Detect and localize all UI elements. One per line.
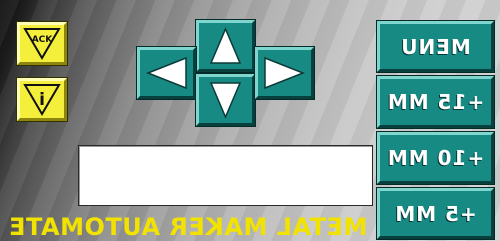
arrow-left-icon [145,56,187,90]
arrow-up-icon [209,27,242,64]
plus-10mm-label: +10 MM [386,146,485,170]
menu-button-label: MENU [400,34,471,59]
arrow-up-button[interactable] [195,19,256,73]
arrow-right-icon [264,56,306,90]
ack-button[interactable]: ACK [16,21,68,66]
plus-15mm-label: +15 MM [386,90,485,114]
message-display [78,145,373,206]
arrow-down-icon [209,82,242,119]
plus-15mm-button[interactable]: +15 MM [376,75,495,129]
company-title: METAL MAKER AUTOMATE [8,212,368,241]
ack-triangle-icon: ACK [23,28,61,60]
info-button[interactable]: i [16,77,68,122]
arrow-left-button[interactable] [136,46,197,100]
plus-5mm-button[interactable]: +5 MM [376,187,495,240]
info-triangle-icon: i [23,84,61,116]
plus-5mm-label: +5 MM [394,201,477,226]
hmi-panel: ACK i MENU +15 MM +10 MM +5 MM METAL MAK… [0,0,500,241]
menu-button[interactable]: MENU [376,20,495,73]
arrow-right-button[interactable] [254,46,315,100]
ack-label: ACK [32,35,54,45]
plus-10mm-button[interactable]: +10 MM [376,131,495,185]
info-label: i [39,90,45,110]
arrow-down-button[interactable] [195,73,256,127]
